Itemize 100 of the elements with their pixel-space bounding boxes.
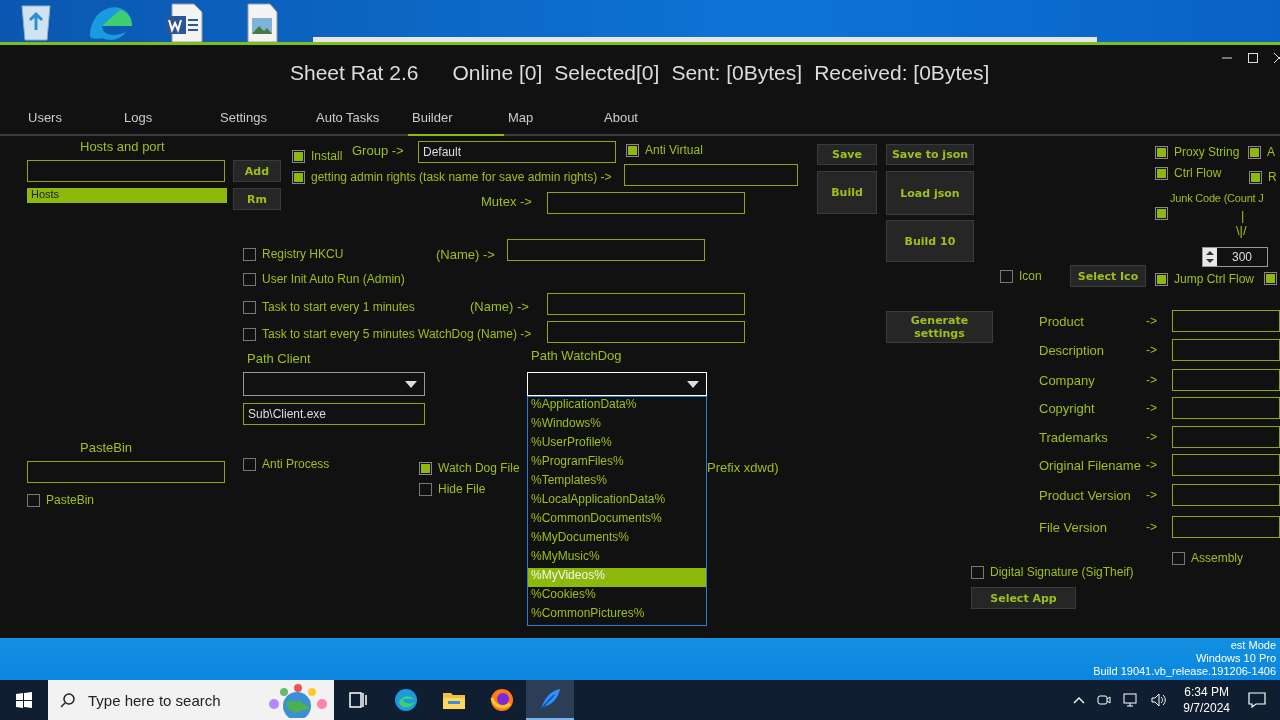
input-field[interactable] <box>1172 369 1280 391</box>
checkbox[interactable] <box>243 272 256 286</box>
input-field[interactable] <box>1172 484 1280 506</box>
input-field[interactable] <box>547 192 745 214</box>
dropdown-option[interactable]: %CommonPictures% <box>528 606 706 625</box>
checkbox[interactable] <box>243 247 256 261</box>
arrow-label: -> <box>1146 520 1158 534</box>
checkbox[interactable] <box>1000 269 1013 283</box>
status-counter: Received: [0Bytes] <box>814 60 990 85</box>
button[interactable]: Add <box>233 160 281 182</box>
checkbox[interactable] <box>27 493 40 507</box>
button[interactable]: Load json <box>886 171 974 215</box>
dropdown-option[interactable]: %Windows% <box>528 416 706 435</box>
label: Product <box>1039 313 1085 329</box>
spin-box[interactable]: 300 <box>1202 247 1268 267</box>
firefox-icon[interactable] <box>490 688 514 712</box>
tab[interactable]: Auto Tasks <box>312 100 408 136</box>
input-field[interactable] <box>624 164 798 186</box>
feather-icon[interactable] <box>538 687 562 711</box>
button[interactable]: Select App <box>971 587 1076 609</box>
checkbox[interactable] <box>626 143 639 157</box>
network-icon[interactable] <box>1123 693 1140 707</box>
label: File Version <box>1039 519 1108 535</box>
input-field[interactable]: Sub\Client.exe <box>243 403 425 425</box>
checkbox[interactable] <box>419 482 432 496</box>
dropdown-option[interactable]: %ProgramFiles% <box>528 454 706 473</box>
checkbox-label: Jump Ctrl Flow <box>1174 272 1254 286</box>
dropdown-option[interactable]: %ApplicationData% <box>528 397 706 416</box>
list-item[interactable]: Hosts <box>27 188 227 203</box>
input-field[interactable] <box>547 293 745 315</box>
button[interactable]: Select Ico <box>1070 265 1146 287</box>
checkbox-label: Ctrl Flow <box>1174 166 1222 180</box>
input-field[interactable]: Default <box>418 141 616 163</box>
tab[interactable]: Builder <box>408 100 504 136</box>
dropdown-option[interactable]: %Cookies% <box>528 587 706 606</box>
watermark-text: Build 19041.vb_release.191206-1406 <box>1093 665 1276 678</box>
checkbox-label: Task to start every 5 minutes WatchDog (Name) -> <box>262 327 532 341</box>
checkbox[interactable] <box>292 170 305 184</box>
checkbox[interactable] <box>243 457 256 471</box>
input-field[interactable] <box>547 321 745 343</box>
button[interactable]: Build <box>817 171 877 214</box>
input-field[interactable] <box>1172 339 1280 361</box>
checkbox-label: Install <box>311 149 343 163</box>
input-field[interactable] <box>1172 516 1280 538</box>
tab[interactable]: Map <box>504 100 600 136</box>
checkbox[interactable] <box>1155 145 1168 159</box>
button[interactable]: Generate settings <box>886 311 993 343</box>
checkbox[interactable] <box>1172 551 1185 565</box>
tab[interactable]: Logs <box>120 100 216 136</box>
checkbox[interactable] <box>1155 207 1168 220</box>
input-field[interactable] <box>1172 454 1280 476</box>
button[interactable]: Save to json <box>886 144 974 165</box>
input-field[interactable] <box>27 461 225 483</box>
folder-icon[interactable] <box>442 690 466 710</box>
dropdown-option[interactable]: %CommonDocuments% <box>528 511 706 530</box>
checkbox[interactable] <box>292 149 305 163</box>
dropdown-option[interactable]: %MyDocuments% <box>528 530 706 549</box>
dropdown[interactable] <box>243 372 425 396</box>
input-field[interactable] <box>507 239 705 261</box>
windows-start-icon[interactable] <box>16 692 32 708</box>
checkbox[interactable] <box>971 565 984 579</box>
tab[interactable]: Settings <box>216 100 312 136</box>
label: Original Filename <box>1039 457 1142 473</box>
input-field[interactable] <box>1172 310 1280 332</box>
search-bar[interactable]: Type here to search <box>48 680 334 720</box>
dropdown-option[interactable]: %LocalApplicationData% <box>528 492 706 511</box>
checkbox[interactable] <box>243 300 256 314</box>
input-field[interactable] <box>27 160 225 182</box>
tab[interactable]: About <box>600 100 696 136</box>
camera-icon[interactable] <box>1097 693 1112 707</box>
dropdown-arrow-icon <box>405 380 417 388</box>
checkbox[interactable] <box>1155 272 1168 286</box>
close-icon <box>1274 53 1280 63</box>
label: Product Version <box>1039 487 1132 503</box>
volume-icon[interactable] <box>1151 693 1168 707</box>
notification-icon[interactable] <box>1248 692 1266 708</box>
edge-icon[interactable] <box>394 688 418 712</box>
button[interactable]: Build 10 <box>886 220 974 262</box>
input-field[interactable] <box>1172 397 1280 419</box>
task-view-icon[interactable] <box>349 692 367 708</box>
checkbox[interactable] <box>419 461 432 475</box>
tab[interactable]: Users <box>24 100 120 136</box>
checkbox[interactable] <box>1249 170 1262 184</box>
button[interactable]: Save <box>817 144 877 165</box>
clock-time[interactable]: 6:34 PM <box>1183 684 1230 700</box>
dropdown-option[interactable]: %UserProfile% <box>528 435 706 454</box>
checkbox[interactable] <box>1264 272 1277 285</box>
checkbox[interactable] <box>1155 166 1168 180</box>
search-field[interactable]: Type here to search <box>86 690 250 710</box>
dropdown-option[interactable]: %MyMusic% <box>528 549 706 568</box>
spin-arrows-icon[interactable] <box>1203 248 1217 266</box>
checkbox[interactable] <box>243 327 256 341</box>
dropdown-option[interactable]: %Templates% <box>528 473 706 492</box>
clock-date[interactable]: 9/7/2024 <box>1183 700 1230 716</box>
input-field[interactable] <box>1172 426 1280 448</box>
checkbox-label: Icon <box>1019 269 1042 283</box>
label: Prefix xdwd) <box>707 460 779 475</box>
checkbox[interactable] <box>1248 145 1261 159</box>
chevron-up-icon[interactable] <box>1073 696 1086 704</box>
button[interactable]: Rm <box>233 188 281 210</box>
